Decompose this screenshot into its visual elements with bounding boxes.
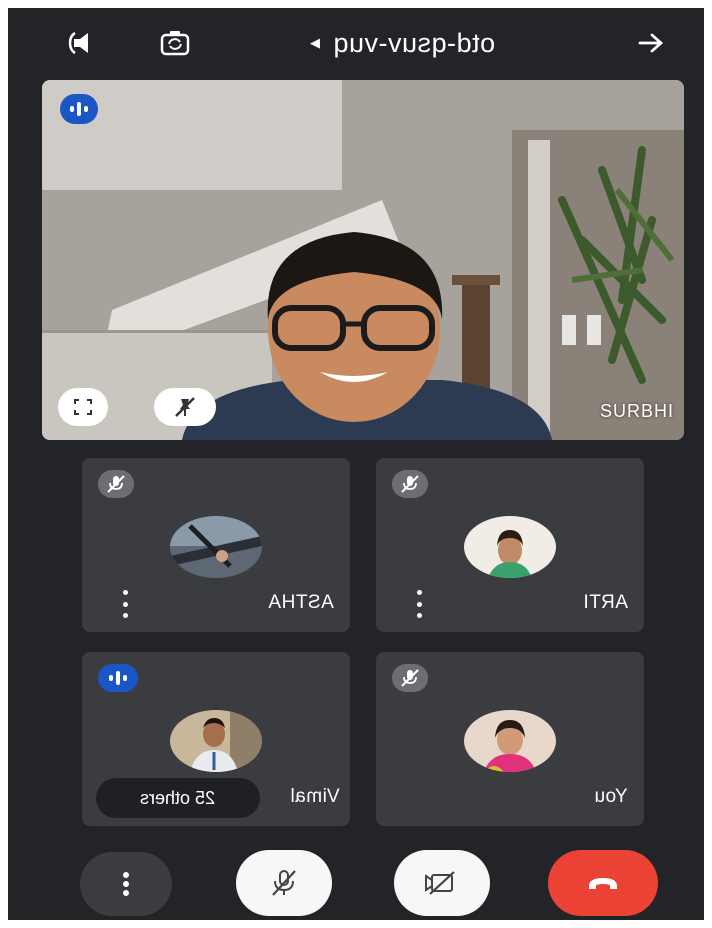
participant-tile-astha[interactable]: ASTHA [82,458,350,632]
more-options-icon[interactable] [120,590,130,618]
arrow-icon[interactable] [634,26,668,60]
camera-toggle-button[interactable] [394,850,490,916]
mic-off-icon [98,470,134,498]
video-feed [42,80,684,440]
fullscreen-button[interactable] [58,388,108,426]
speaking-indicator-icon [60,94,98,124]
meeting-code-text: otd-qsuv-vuq [332,27,495,58]
participant-tile-arti[interactable]: ARTI [376,458,644,632]
end-call-icon [589,878,617,889]
fullscreen-icon [74,399,92,415]
switch-camera-icon[interactable] [158,26,192,60]
avatar [170,710,262,772]
pin-off-icon [175,397,195,417]
more-options-icon[interactable] [414,590,424,618]
participant-name: Vimal [290,786,340,807]
end-call-button[interactable] [548,850,658,916]
top-bar: ◀ otd-qsuv-vuq [8,8,704,76]
more-options-icon [123,872,129,896]
main-participant-name: SURBHI [599,401,674,421]
participant-tile-you[interactable]: You [376,652,644,826]
meet-app: ◀ otd-qsuv-vuq SURBHI ASTHA ARTI 25 othe… [8,8,704,920]
speaker-icon[interactable] [66,26,100,60]
participant-name: You [594,786,628,807]
speaking-indicator-icon [98,664,138,692]
caret-icon: ◀ [310,35,321,50]
others-count-badge[interactable]: 25 others [96,778,260,818]
participant-tile-vimal[interactable]: 25 others Vimal [82,652,350,826]
mic-off-icon [392,664,428,692]
participant-name: ASTHA [268,592,334,613]
main-video-tile[interactable]: SURBHI [42,80,684,440]
avatar [170,516,262,578]
avatar [464,516,556,578]
avatar [464,710,556,772]
meeting-code[interactable]: ◀ otd-qsuv-vuq [310,26,495,60]
mic-toggle-button[interactable] [236,850,332,916]
mic-off-icon [272,870,296,896]
camera-off-icon [425,871,455,895]
more-options-button[interactable] [80,852,172,916]
mic-off-icon [392,470,428,498]
participant-name: ARTI [583,592,628,613]
pin-off-button[interactable] [154,388,216,426]
